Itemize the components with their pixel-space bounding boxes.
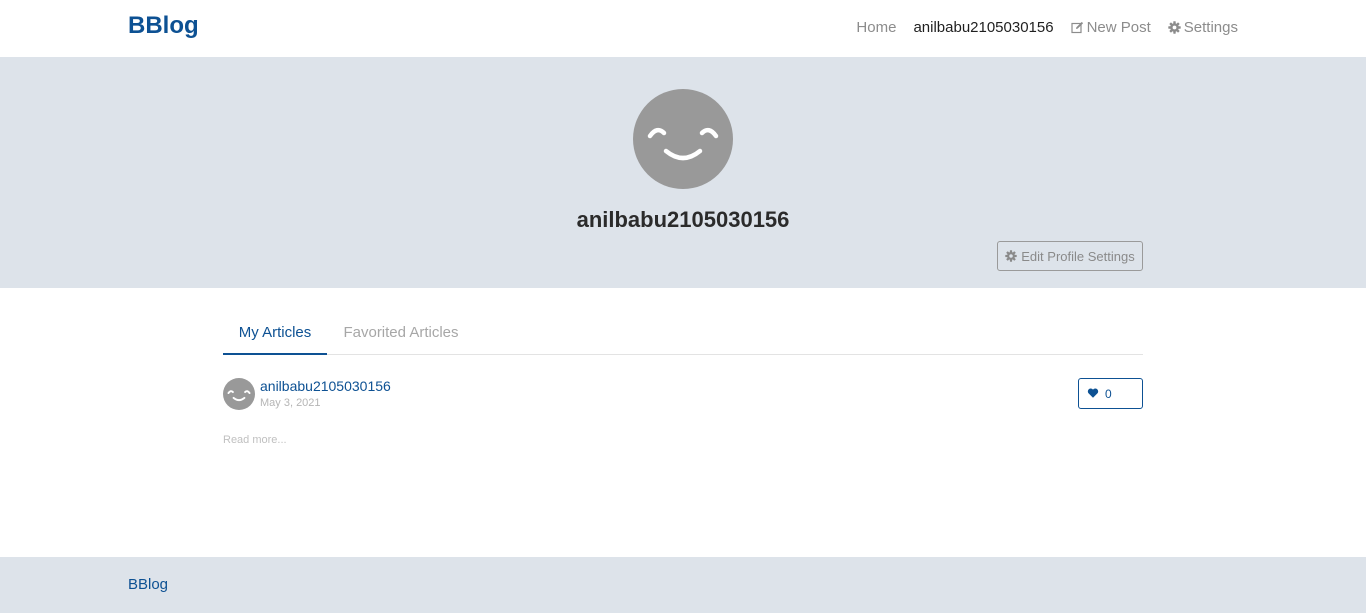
profile-banner: anilbabu2105030156 Edit Profile Settings <box>0 57 1366 288</box>
article-preview: anilbabu2105030156 May 3, 2021 0 Read mo… <box>223 378 1143 458</box>
top-navbar: BBlog Home anilbabu2105030156 New Post S… <box>0 0 1366 57</box>
compose-icon <box>1070 21 1084 34</box>
nav-home-link[interactable]: Home <box>856 19 896 36</box>
smiley-face-icon <box>633 89 733 189</box>
read-more-link[interactable]: Read more... <box>223 434 287 446</box>
profile-username: anilbabu2105030156 <box>576 207 790 232</box>
footer-brand-link[interactable]: BBlog <box>128 576 168 593</box>
tab-my-articles[interactable]: My Articles <box>223 313 327 355</box>
favorite-count: 0 <box>1105 386 1112 401</box>
article-date: May 3, 2021 <box>260 397 321 409</box>
tab-favorited-articles[interactable]: Favorited Articles <box>327 313 475 353</box>
nav-profile-label: anilbabu2105030156 <box>913 19 1054 36</box>
favorite-button[interactable]: 0 <box>1078 378 1143 409</box>
smiley-face-icon <box>223 378 255 410</box>
nav-home-label: Home <box>856 19 897 36</box>
author-avatar[interactable] <box>223 378 255 410</box>
gear-icon <box>1168 21 1181 34</box>
brand-logo-link[interactable]: BBlog <box>128 12 199 40</box>
nav-new-post-label: New Post <box>1086 19 1151 36</box>
article-author-link[interactable]: anilbabu2105030156 <box>260 378 391 394</box>
nav-new-post-link[interactable]: New Post <box>1070 19 1151 36</box>
heart-icon <box>1087 387 1100 400</box>
nav-profile-link[interactable]: anilbabu2105030156 <box>913 19 1053 36</box>
nav-links: Home anilbabu2105030156 New Post Setting… <box>856 19 1238 36</box>
gear-icon <box>1005 249 1018 263</box>
nav-settings-link[interactable]: Settings <box>1168 19 1238 36</box>
footer: BBlog <box>0 557 1366 613</box>
article-tabs: My Articles Favorited Articles <box>223 313 1143 355</box>
edit-profile-settings-button[interactable]: Edit Profile Settings <box>997 241 1143 271</box>
profile-avatar <box>633 89 733 189</box>
nav-settings-label: Settings <box>1183 19 1238 36</box>
edit-profile-settings-label: Edit Profile Settings <box>1021 248 1135 264</box>
